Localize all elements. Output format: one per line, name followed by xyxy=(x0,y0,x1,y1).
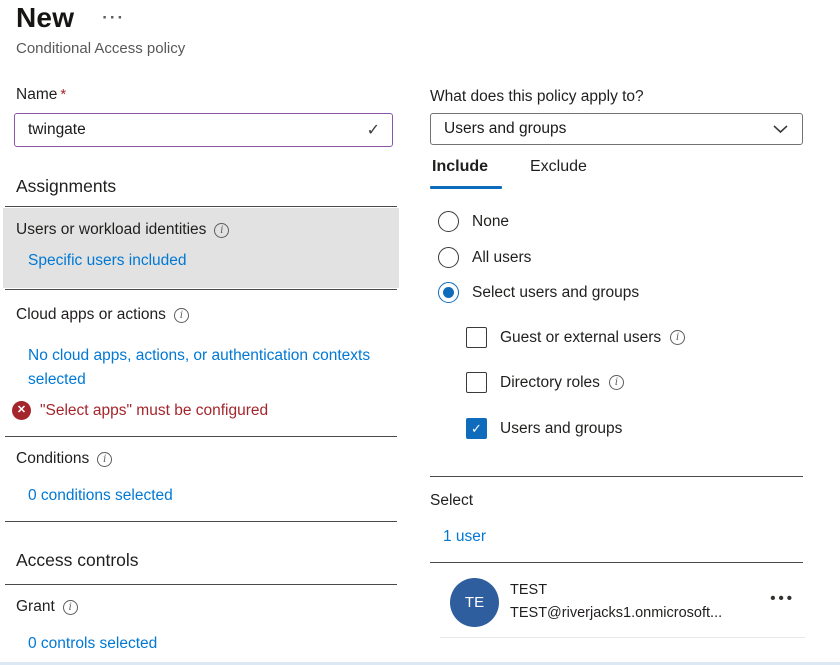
policy-name-input[interactable] xyxy=(15,114,367,146)
dropdown-selected-value: Users and groups xyxy=(431,120,773,138)
tab-include[interactable]: Include xyxy=(432,158,488,184)
chevron-down-icon xyxy=(773,124,788,134)
info-icon[interactable]: i xyxy=(63,600,78,615)
radio-icon xyxy=(438,247,459,268)
info-icon[interactable]: i xyxy=(174,308,189,323)
grant-section-title: Grant i xyxy=(16,598,78,616)
error-text: "Select apps" must be configured xyxy=(40,402,268,420)
conditions-section-title: Conditions i xyxy=(16,450,112,468)
error-icon: ✕ xyxy=(12,401,31,420)
checkbox-directory-roles[interactable]: Directory roles i xyxy=(466,372,624,393)
checkbox-users-and-groups[interactable]: ✓ Users and groups xyxy=(466,418,622,439)
users-selection-panel: What does this policy apply to? Users an… xyxy=(430,0,806,665)
section-divider xyxy=(5,584,397,585)
grant-controls-selected-link[interactable]: 0 controls selected xyxy=(28,635,157,653)
policy-name-field: ✓ xyxy=(14,113,393,147)
checkbox-checked-icon: ✓ xyxy=(466,418,487,439)
name-label: Name* xyxy=(16,86,66,104)
cloud-apps-selection-link[interactable]: No cloud apps, actions, or authenticatio… xyxy=(28,344,373,392)
select-apps-error: ✕ "Select apps" must be configured xyxy=(12,401,268,420)
info-icon[interactable]: i xyxy=(214,223,229,238)
policy-target-dropdown[interactable]: Users and groups xyxy=(430,113,803,145)
section-divider xyxy=(430,476,803,477)
radio-icon xyxy=(438,211,459,232)
users-assignment-section[interactable]: Users or workload identities i Specific … xyxy=(3,208,399,288)
checkbox-icon xyxy=(466,372,487,393)
radio-select-users-and-groups[interactable]: Select users and groups xyxy=(438,282,639,303)
selected-user-row[interactable]: TE TEST TEST@riverjacks1.onmicrosoft... … xyxy=(430,578,803,630)
selected-users-count-link[interactable]: 1 user xyxy=(443,528,486,546)
policy-settings-column: Name* ✓ Assignments Users or workload id… xyxy=(5,0,397,665)
active-tab-indicator xyxy=(430,186,502,189)
users-section-title: Users or workload identities i xyxy=(16,221,229,239)
checkbox-icon xyxy=(466,327,487,348)
assignments-heading: Assignments xyxy=(16,176,116,197)
section-divider xyxy=(5,206,397,207)
access-controls-heading: Access controls xyxy=(16,550,139,571)
user-name: TEST xyxy=(510,582,547,598)
info-icon[interactable]: i xyxy=(670,330,685,345)
specific-users-included-link[interactable]: Specific users included xyxy=(28,252,187,270)
conditional-access-new-policy-page: New ··· Conditional Access policy Name* … xyxy=(0,0,840,665)
section-divider xyxy=(5,289,397,290)
radio-all-users[interactable]: All users xyxy=(438,247,531,268)
radio-selected-icon xyxy=(438,282,459,303)
valid-check-icon: ✓ xyxy=(367,120,392,140)
conditions-selected-link[interactable]: 0 conditions selected xyxy=(28,487,173,505)
checkbox-guest-or-external-users[interactable]: Guest or external users i xyxy=(466,327,685,348)
section-divider xyxy=(430,562,803,563)
cloud-apps-section-title: Cloud apps or actions i xyxy=(16,306,189,324)
select-label: Select xyxy=(430,492,473,510)
info-icon[interactable]: i xyxy=(609,375,624,390)
required-asterisk: * xyxy=(60,86,66,103)
row-divider xyxy=(440,637,805,638)
policy-apply-question: What does this policy apply to? xyxy=(430,88,644,106)
section-divider xyxy=(5,436,397,437)
user-email: TEST@riverjacks1.onmicrosoft... xyxy=(510,605,760,621)
info-icon[interactable]: i xyxy=(97,452,112,467)
user-avatar: TE xyxy=(450,578,499,627)
section-divider xyxy=(5,521,397,522)
radio-none[interactable]: None xyxy=(438,211,509,232)
tab-exclude[interactable]: Exclude xyxy=(530,158,587,184)
user-more-icon[interactable]: ••• xyxy=(770,590,795,607)
